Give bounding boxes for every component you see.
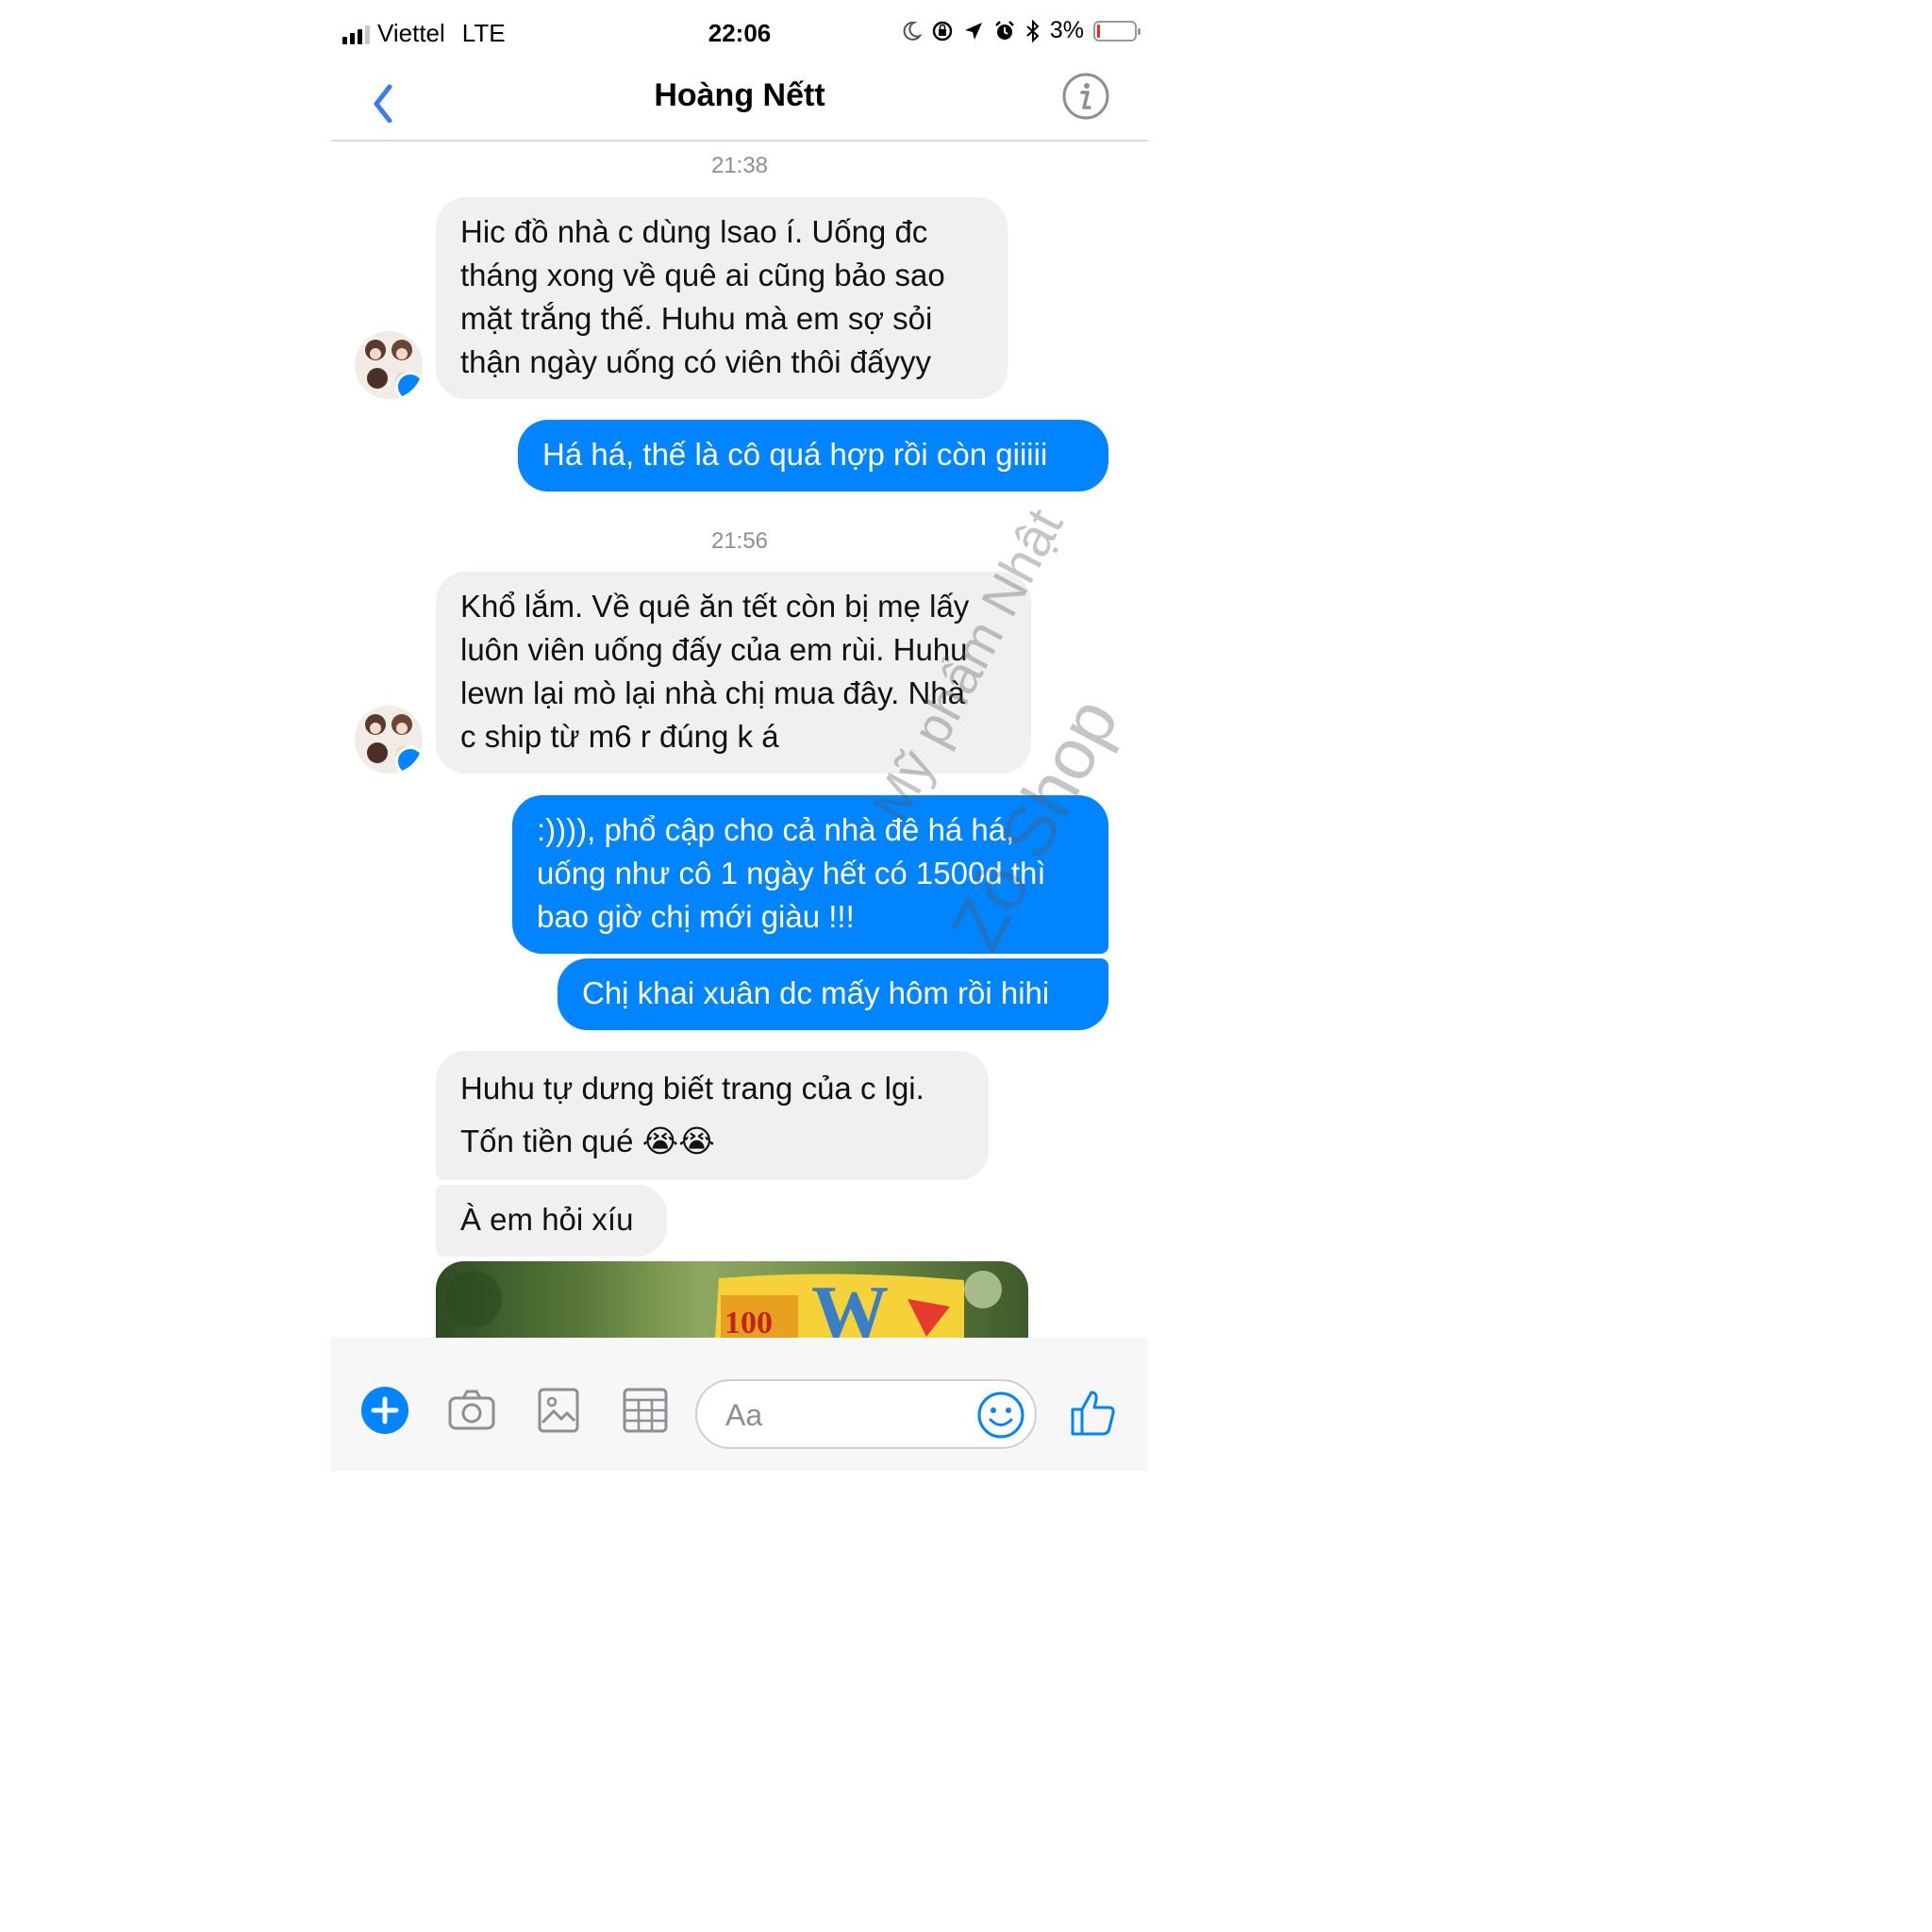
- incoming-message-bubble[interactable]: Hic đồ nhà c dùng lsao í. Uống đc tháng …: [436, 197, 1008, 399]
- incoming-message-bubble[interactable]: Huhu tự dưng biết trang của c lgi. Tốn t…: [436, 1051, 989, 1180]
- message-line: Tốn tiền qué 😭😭: [460, 1124, 715, 1158]
- incoming-message-bubble[interactable]: À em hỏi xíu: [436, 1185, 667, 1257]
- messenger-badge-icon: [395, 372, 423, 399]
- conversation-header: Hoàng Nếtt: [331, 66, 1148, 142]
- message-composer: Aa: [331, 1338, 1148, 1471]
- outgoing-message-bubble[interactable]: :)))), phổ cập cho cả nhà đê há há, uống…: [512, 795, 1108, 954]
- message-line: Hic đồ nhà c dùng lsao í. Uống đc: [460, 214, 928, 249]
- contact-avatar[interactable]: [355, 331, 423, 399]
- message-line: thận ngày uống có viên thôi đấyyy: [460, 344, 932, 379]
- photo-letter: W: [811, 1270, 889, 1339]
- timestamp: 21:38: [710, 153, 769, 178]
- message-line: :)))), phổ cập cho cả nhà đê há há,: [537, 812, 1015, 847]
- product-image: 100 W: [445, 1270, 1002, 1339]
- timestamp: 21:56: [710, 528, 769, 554]
- message-line: Khổ lắm. Về quê ăn tết còn bị mẹ lấy: [460, 589, 970, 624]
- message-line: lewn lại mò lại nhà chị mua đây. Nhà: [460, 675, 965, 710]
- message-line: luôn viên uống đấy của em rùi. Huhu: [460, 632, 968, 667]
- shared-photo[interactable]: 100 W: [436, 1261, 1028, 1339]
- message-line: c ship từ m6 r đúng k á: [460, 719, 779, 754]
- photo-badge-text: 100: [724, 1306, 773, 1339]
- contact-name[interactable]: Hoàng Nếtt: [331, 77, 1148, 114]
- message-line: Há há, thế là cô quá hợp rồi còn giiiii: [542, 437, 1048, 472]
- plus-icon[interactable]: [359, 1385, 410, 1436]
- emoji-icon[interactable]: [974, 1389, 1027, 1441]
- message-input[interactable]: Aa: [695, 1379, 1037, 1449]
- camera-icon[interactable]: [446, 1385, 497, 1436]
- message-input-placeholder: Aa: [725, 1398, 763, 1432]
- message-line: bao giờ chị mới giàu !!!: [537, 899, 855, 934]
- moon-icon: [903, 21, 922, 41]
- gallery-icon[interactable]: [533, 1385, 584, 1436]
- messenger-badge-icon: [395, 746, 423, 774]
- message-line: uống như cô 1 ngày hết có 1500d thì: [537, 856, 1046, 891]
- status-right: 3%: [901, 17, 1141, 44]
- incoming-message-bubble[interactable]: Khổ lắm. Về quê ăn tết còn bị mẹ lấy luô…: [436, 572, 1031, 774]
- thumbs-up-icon[interactable]: [1067, 1387, 1118, 1438]
- battery-icon: [1093, 20, 1141, 42]
- alarm-icon: [994, 20, 1014, 40]
- outgoing-message-bubble[interactable]: Chị khai xuân dc mấy hôm rồi hihi: [558, 958, 1108, 1030]
- message-line: Huhu tự dưng biết trang của c lgi.: [460, 1071, 924, 1106]
- contact-avatar[interactable]: [355, 706, 423, 774]
- info-icon[interactable]: [1061, 72, 1110, 121]
- apps-grid-icon[interactable]: [620, 1385, 671, 1436]
- message-line: mặt trắng thế. Huhu mà em sợ sỏi: [460, 301, 933, 336]
- rotation-lock-icon: [932, 21, 953, 41]
- message-line: tháng xong về quê ai cũng bảo sao: [460, 258, 945, 292]
- bluetooth-icon: [1026, 19, 1040, 42]
- messenger-screen: Viettel LTE 22:06 3% Hoàng Nếtt 21:38 Hi…: [331, 0, 1148, 1471]
- status-bar: Viettel LTE 22:06 3%: [331, 0, 1148, 66]
- outgoing-message-bubble[interactable]: Há há, thế là cô quá hợp rồi còn giiiii: [518, 420, 1108, 491]
- message-line: À em hỏi xíu: [460, 1202, 634, 1237]
- message-line: Chị khai xuân dc mấy hôm rồi hihi: [582, 975, 1050, 1010]
- location-icon: [964, 22, 982, 40]
- battery-percent: 3%: [1049, 17, 1084, 43]
